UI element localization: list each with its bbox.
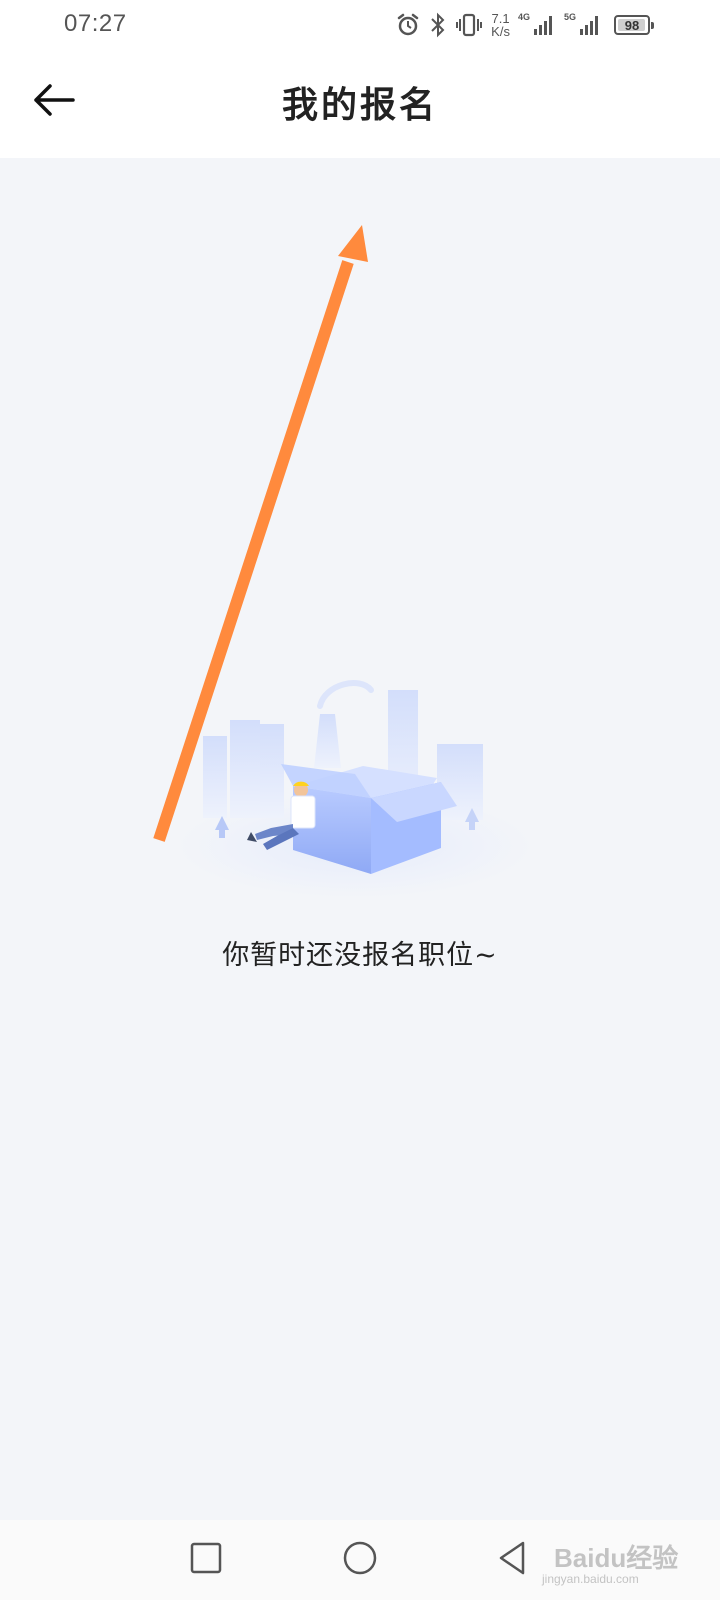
battery-level: 98 — [624, 17, 640, 33]
watermark-brand: Baidu经验 — [554, 1543, 679, 1573]
nav-back-button[interactable] — [490, 1538, 534, 1582]
vibrate-icon — [455, 12, 483, 38]
signal1-label: 4G — [517, 12, 530, 22]
net-speed: 7.1 K/s — [491, 12, 510, 38]
content-area: 你暂时还没报名职位~ — [0, 158, 720, 1520]
alarm-icon — [395, 12, 421, 38]
status-time: 07:27 — [64, 10, 127, 37]
signal2-label: 5G — [563, 12, 576, 22]
bluetooth-icon — [429, 12, 447, 38]
screen: 07:27 7.1 K/s 4G 5G 98 我的报名 你暂时还没报名职位~ B… — [0, 0, 720, 1600]
empty-state-message: 你暂时还没报名职位~ — [222, 940, 498, 971]
square-recents-icon — [189, 1541, 223, 1579]
status-bar: 07:27 7.1 K/s 4G 5G 98 — [0, 0, 720, 50]
system-nav-bar: Baidu经验 jingyan.baidu.com — [0, 1520, 720, 1600]
signal-icon — [578, 13, 602, 37]
baidu-watermark: Baidu经验 jingyan.baidu.com — [540, 1538, 680, 1594]
signal-icon — [532, 13, 556, 37]
page-title: 我的报名 — [281, 84, 438, 126]
battery-icon: 98 — [614, 15, 654, 35]
watermark-url: jingyan.baidu.com — [542, 1572, 639, 1586]
circle-home-icon — [342, 1540, 378, 1580]
home-button[interactable] — [338, 1538, 382, 1582]
header: 我的报名 — [0, 50, 720, 158]
net-speed-unit: K/s — [491, 24, 510, 39]
recents-button[interactable] — [184, 1538, 228, 1582]
status-icons: 7.1 K/s 4G 5G 98 — [395, 8, 654, 42]
empty-state-illustration — [175, 678, 535, 918]
triangle-back-icon — [495, 1540, 529, 1580]
